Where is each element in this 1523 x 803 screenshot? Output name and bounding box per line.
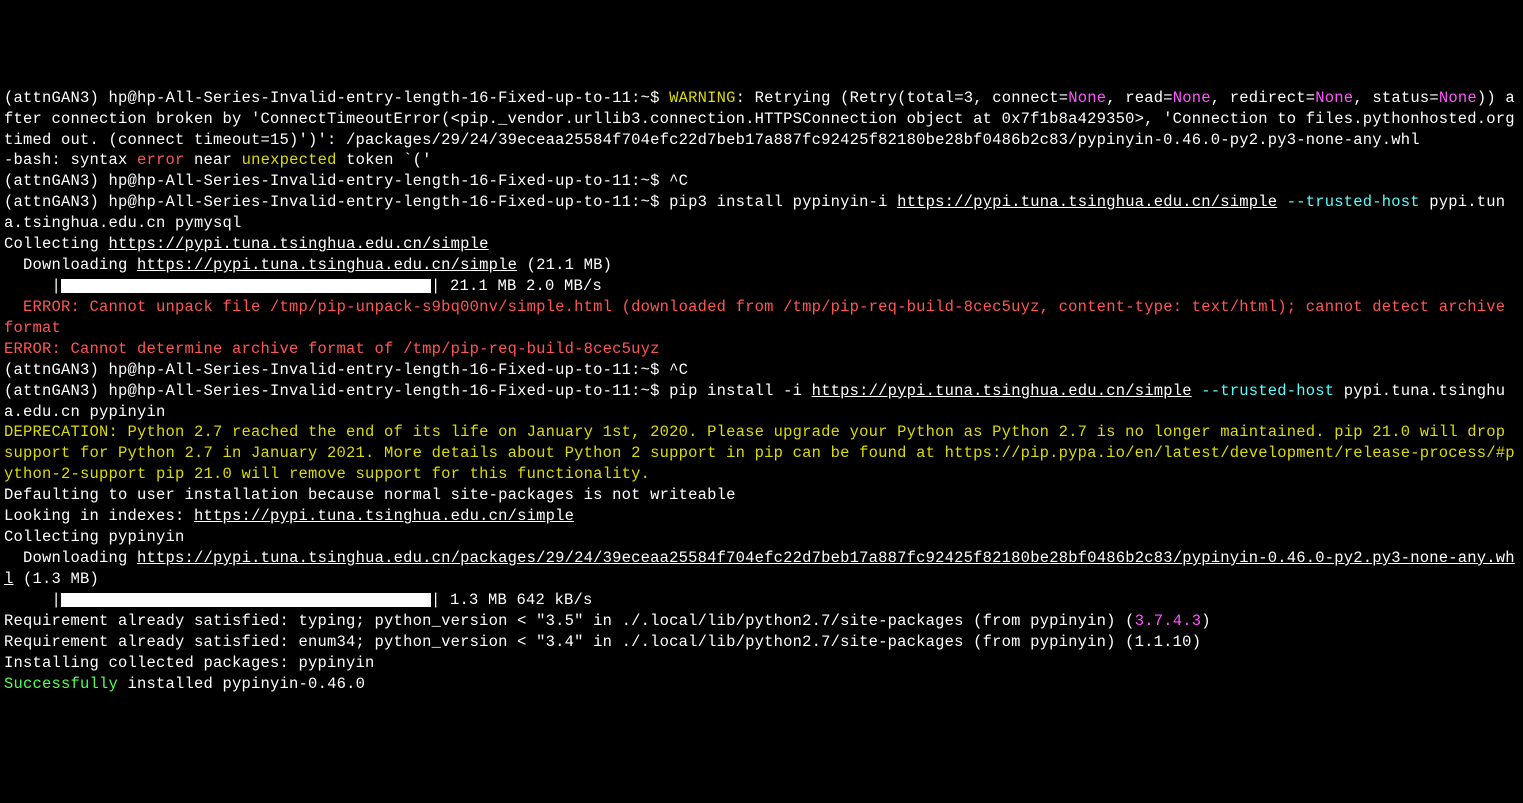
url-link: https://pypi.tuna.tsinghua.edu.cn/simple (194, 507, 574, 525)
prompt-line: (attnGAN3) hp@hp-All-Series-Invalid-entr… (4, 172, 660, 190)
downloading-line: Downloading https://pypi.tuna.tsinghua.e… (4, 256, 612, 274)
prompt-line: (attnGAN3) hp@hp-All-Series-Invalid-entr… (4, 193, 660, 211)
url-link: https://pypi.tuna.tsinghua.edu.cn/simple (137, 256, 517, 274)
ctrlc: ^C (660, 361, 689, 379)
installing-line: Installing collected packages: pypinyin (4, 654, 375, 672)
none-value: None (1173, 89, 1211, 107)
version-number: 3.7.4.3 (1135, 612, 1202, 630)
terminal-output[interactable]: (attnGAN3) hp@hp-All-Series-Invalid-entr… (4, 88, 1519, 695)
flag: --trusted-host (1192, 382, 1335, 400)
progress-line: || 1.3 MB 642 kB/s (4, 591, 593, 609)
url-link: https://pypi.tuna.tsinghua.edu.cn/packag… (4, 549, 1515, 588)
url-link: https://pypi.tuna.tsinghua.edu.cn/simple (109, 235, 489, 253)
deprecation-warning: DEPRECATION: Python 2.7 reached the end … (4, 423, 1515, 483)
downloading-line: Downloading https://pypi.tuna.tsinghua.e… (4, 549, 1515, 588)
flag: --trusted-host (1277, 193, 1420, 211)
url-link: https://pypi.tuna.tsinghua.edu.cn/simple (812, 382, 1192, 400)
collecting-line: Collecting pypinyin (4, 528, 185, 546)
progress-bar (61, 279, 431, 293)
ctrlc: ^C (660, 172, 689, 190)
requirement-line: Requirement already satisfied: typing; p… (4, 612, 1211, 630)
none-value: None (1068, 89, 1106, 107)
unexpected-word: unexpected (242, 151, 337, 169)
error-word: error (137, 151, 185, 169)
none-value: None (1315, 89, 1353, 107)
user-host: hp@hp-All-Series-Invalid-entry-length-16… (109, 89, 660, 107)
collecting-line: Collecting https://pypi.tuna.tsinghua.ed… (4, 235, 489, 253)
success-word: Successfully (4, 675, 118, 693)
none-value: None (1439, 89, 1477, 107)
command-text: pip3 install pypinyin-i (660, 193, 898, 211)
requirement-line: Requirement already satisfied: enum34; p… (4, 633, 1201, 651)
retry-text: : Retrying (Retry(total=3, connect= (736, 89, 1069, 107)
progress-bar (61, 593, 431, 607)
defaulting-line: Defaulting to user installation because … (4, 486, 736, 504)
url-link: https://pypi.tuna.tsinghua.edu.cn/simple (897, 193, 1277, 211)
bash-error-line: -bash: syntax error near unexpected toke… (4, 151, 432, 169)
command-text: pip install -i (660, 382, 812, 400)
prompt-line: (attnGAN3) hp@hp-All-Series-Invalid-entr… (4, 361, 660, 379)
error-message: ERROR: Cannot unpack file /tmp/pip-unpac… (4, 298, 1515, 337)
progress-line: || 21.1 MB 2.0 MB/s (4, 277, 602, 295)
looking-line: Looking in indexes: https://pypi.tuna.ts… (4, 507, 574, 525)
venv-name: (attnGAN3) (4, 89, 99, 107)
warning-label: WARNING (669, 89, 736, 107)
prompt-line: (attnGAN3) hp@hp-All-Series-Invalid-entr… (4, 382, 660, 400)
error-message: ERROR: Cannot determine archive format o… (4, 340, 660, 358)
success-line: Successfully installed pypinyin-0.46.0 (4, 675, 365, 693)
prompt-line: (attnGAN3) hp@hp-All-Series-Invalid-entr… (4, 89, 660, 107)
